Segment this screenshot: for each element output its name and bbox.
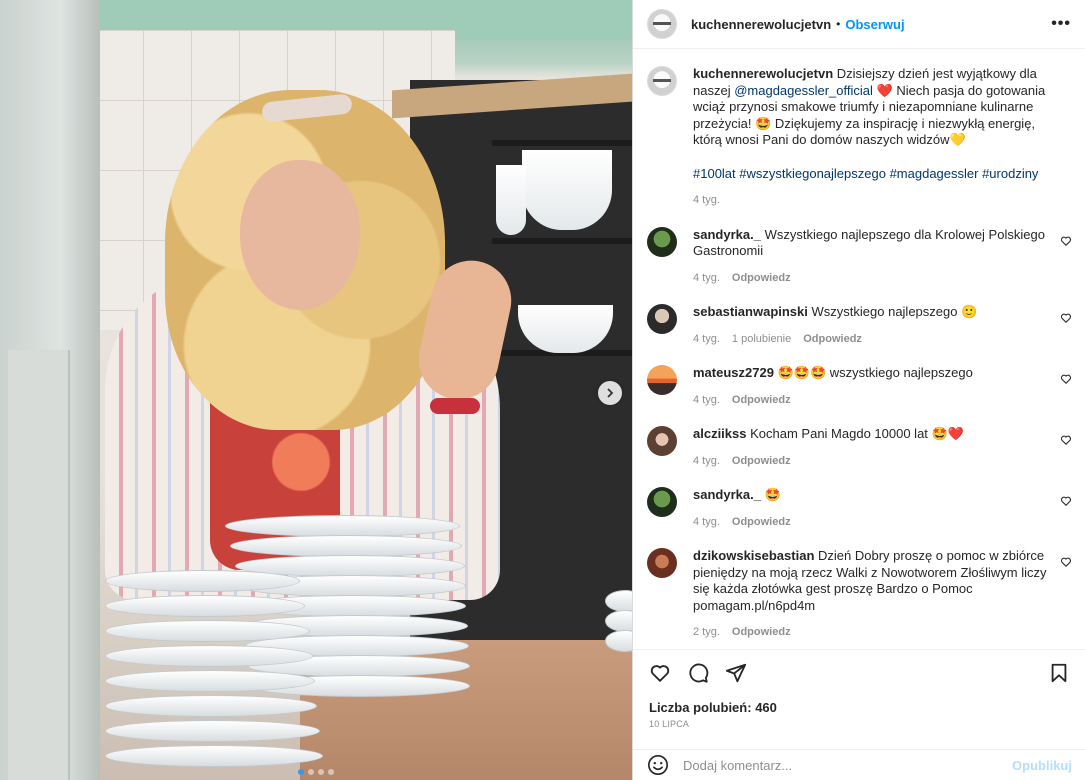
shelf-board xyxy=(492,238,632,244)
caption-time[interactable]: 4 tyg. xyxy=(693,192,720,209)
heart-icon[interactable] xyxy=(1060,373,1072,385)
comment-text: 🤩🤩🤩 wszystkiego najlepszego xyxy=(777,365,973,380)
comment-time[interactable]: 4 tyg. xyxy=(693,331,720,348)
plate xyxy=(105,745,323,767)
comment-item: sandyrka._ Wszystkiego najlepszego dla K… xyxy=(647,226,1072,287)
comment-item: alcziikss Kocham Pani Magdo 10000 lat 🤩❤… xyxy=(647,426,1072,469)
plate xyxy=(105,695,317,717)
carousel-dot xyxy=(318,769,324,775)
heart-icon[interactable] xyxy=(1060,495,1072,507)
post-comment-button[interactable]: Opublikuj xyxy=(1012,758,1072,773)
heart-icon[interactable] xyxy=(1060,235,1072,247)
comment-author[interactable]: alcziikss xyxy=(693,426,747,441)
likes-label: Liczba polubień: xyxy=(649,700,752,715)
reply-button[interactable]: Odpowiedz xyxy=(732,270,791,287)
post-header: kuchennerewolucjetvn • Obserwuj ••• xyxy=(633,0,1085,49)
bracelet xyxy=(430,398,480,414)
comment-item: sebastianwapinski Wszystkiego najlepszeg… xyxy=(647,304,1072,347)
emoji-icon[interactable] xyxy=(647,754,669,776)
post-sidebar: kuchennerewolucjetvn • Obserwuj ••• kuch… xyxy=(632,0,1085,780)
comment-time[interactable]: 4 tyg. xyxy=(693,392,720,409)
face xyxy=(240,160,360,310)
carousel-dot xyxy=(308,769,314,775)
carousel-dot xyxy=(298,769,304,775)
reply-button[interactable]: Odpowiedz xyxy=(732,392,791,409)
comment-text: 🤩 xyxy=(764,487,781,502)
chevron-right-icon xyxy=(607,388,614,398)
comment-time[interactable]: 4 tyg. xyxy=(693,270,720,287)
heart-icon[interactable] xyxy=(1060,434,1072,446)
likes-count[interactable]: Liczba polubień: 460 xyxy=(649,700,1070,715)
shelf-board xyxy=(492,140,632,146)
plate xyxy=(105,720,320,742)
comment-text: Kocham Pani Magdo 10000 lat 🤩❤️ xyxy=(750,426,964,441)
carousel-indicator xyxy=(298,769,334,775)
comment-item: dzikowskisebastian Dzień Dobry proszę o … xyxy=(647,548,1072,641)
next-slide-button[interactable] xyxy=(598,381,622,405)
comment-author[interactable]: sebastianwapinski xyxy=(693,304,808,319)
comment-item: mateusz2729 🤩🤩🤩 wszystkiego najlepszego 4… xyxy=(647,365,1072,408)
heart-icon[interactable] xyxy=(1060,312,1072,324)
reply-button[interactable]: Odpowiedz xyxy=(803,331,862,348)
plate xyxy=(105,570,300,592)
likes-number: 460 xyxy=(755,700,777,715)
plate xyxy=(225,515,460,537)
comment-composer: Opublikuj xyxy=(633,749,1085,780)
avatar[interactable] xyxy=(647,66,677,96)
comment-icon[interactable] xyxy=(687,662,709,684)
reply-button[interactable]: Odpowiedz xyxy=(732,624,791,641)
bowls-stack xyxy=(522,150,612,230)
reply-button[interactable]: Odpowiedz xyxy=(732,514,791,531)
carousel-dot xyxy=(328,769,334,775)
post-author[interactable]: kuchennerewolucjetvn xyxy=(691,17,831,32)
avatar[interactable] xyxy=(647,426,677,456)
comment-input[interactable] xyxy=(683,757,1013,773)
avatar[interactable] xyxy=(647,365,677,395)
reply-button[interactable]: Odpowiedz xyxy=(732,453,791,470)
plate xyxy=(105,645,313,667)
plate xyxy=(230,535,462,557)
avatar[interactable] xyxy=(647,9,677,39)
plate xyxy=(105,595,305,617)
separator: • xyxy=(836,17,841,31)
comment-time[interactable]: 2 tyg. xyxy=(693,624,720,641)
avatar[interactable] xyxy=(647,487,677,517)
comment-likes[interactable]: 1 polubienie xyxy=(732,331,791,348)
caption-mention[interactable]: @magdagessler_official xyxy=(734,83,873,98)
caption: kuchennerewolucjetvn Dzisiejszy dzień je… xyxy=(647,66,1072,209)
plate xyxy=(105,670,315,692)
heart-icon[interactable] xyxy=(649,662,671,684)
bookmark-icon[interactable] xyxy=(1048,662,1070,684)
comment-author[interactable]: sandyrka._ xyxy=(693,227,761,242)
more-icon[interactable]: ••• xyxy=(1051,15,1071,33)
comment-text: Wszystkiego najlepszego 🙂 xyxy=(811,304,978,319)
plate xyxy=(105,620,310,642)
comment-author[interactable]: mateusz2729 xyxy=(693,365,774,380)
comment-author[interactable]: dzikowskisebastian xyxy=(693,548,814,563)
avatar[interactable] xyxy=(647,304,677,334)
follow-button[interactable]: Obserwuj xyxy=(845,17,904,32)
comment-author[interactable]: sandyrka._ xyxy=(693,487,761,502)
avatar[interactable] xyxy=(647,548,677,578)
heart-icon[interactable] xyxy=(1060,556,1072,568)
avatar[interactable] xyxy=(647,226,677,257)
comment-time[interactable]: 4 tyg. xyxy=(693,453,720,470)
post-date[interactable]: 10 LIPCA xyxy=(649,719,1070,729)
share-icon[interactable] xyxy=(725,662,747,684)
door-panel xyxy=(8,350,70,780)
caption-author[interactable]: kuchennerewolucjetvn xyxy=(693,66,833,81)
comment-item: sandyrka._ 🤩 4 tyg. Odpowiedz xyxy=(647,487,1072,530)
caption-hashtags[interactable]: #100lat #wszystkiegonajlepszego #magdage… xyxy=(693,166,1050,183)
action-bar: Liczba polubień: 460 10 LIPCA xyxy=(633,649,1085,749)
comments-section[interactable]: kuchennerewolucjetvn Dzisiejszy dzień je… xyxy=(633,49,1085,649)
bowls-stack xyxy=(496,165,526,235)
post-image[interactable] xyxy=(0,0,632,780)
comment-time[interactable]: 4 tyg. xyxy=(693,514,720,531)
